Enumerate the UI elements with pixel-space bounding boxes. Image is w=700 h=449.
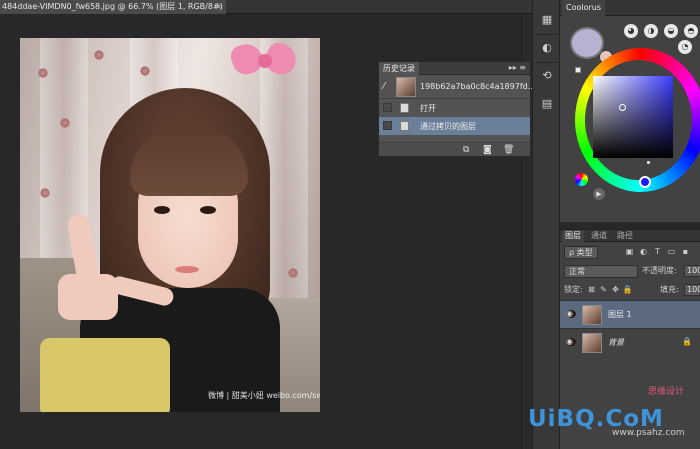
complement-icon[interactable]: ◒ [664, 24, 678, 38]
document-tab[interactable]: 484ddae-VIMDN0_fw658.jpg @ 66.7% (图层 1, … [0, 0, 226, 14]
tab-paths[interactable]: 路径 [614, 230, 636, 242]
flower-pattern [60, 118, 70, 128]
tab-layers[interactable]: 图层 [562, 230, 584, 242]
shape-filter-icon[interactable]: ▭ [666, 246, 677, 257]
layer-name[interactable]: 图层 1 [608, 309, 632, 320]
lock-position-icon[interactable]: ✥ [610, 284, 621, 295]
layers-panel-tabs: 图层 通道 路径 [560, 230, 700, 242]
layer-comps-icon[interactable]: ▤ [538, 96, 556, 112]
left-eye [154, 206, 170, 214]
camera-icon[interactable]: ◙ [483, 145, 492, 155]
history-panel-header: 历史记录 ▸▸ ≡ [379, 62, 530, 75]
history-panel-icon[interactable]: ⟲ [538, 68, 556, 84]
adjustment-filter-icon[interactable]: ◐ [638, 246, 649, 257]
opacity-field[interactable]: 100% [684, 265, 700, 277]
layer-thumbnail [582, 305, 602, 325]
layer-thumbnail [582, 333, 602, 353]
divider [536, 62, 558, 63]
history-snapshot[interactable]: ⁄ 198b62a7ba0c8c4a1897fd... [379, 75, 535, 99]
color-picker-cursor[interactable] [619, 104, 626, 111]
tab-history[interactable]: 历史记录 [379, 62, 419, 75]
snapshot-thumbnail [396, 77, 416, 97]
type-filter-icon[interactable]: T [652, 246, 663, 257]
lock-row: 锁定: ⊠ ✎ ✥ 🔒 填充: 100% [560, 281, 700, 299]
coolorus-panel: Coolorus ◕ ◑ ◒ ◓ ◔ ▶ [560, 0, 700, 222]
site-watermark-cn: 思缘设计 [648, 387, 685, 397]
gamut-icon[interactable]: ◔ [678, 40, 692, 54]
document-image[interactable]: 微博 | 甜美小妞 weibo.com/sweetgirlbaby [20, 38, 320, 412]
new-document-from-state-icon[interactable]: ⧉ [463, 145, 469, 155]
hue-knob[interactable] [639, 176, 651, 188]
blend-mode-select[interactable]: 正常 [564, 265, 638, 278]
history-brush-source-icon[interactable]: ⁄ [383, 81, 385, 92]
reset-colors-icon[interactable] [575, 67, 581, 73]
history-state-label: 打开 [420, 104, 436, 113]
shirt-print [40, 338, 170, 412]
lock-image-icon[interactable]: ✎ [598, 284, 609, 295]
history-brush-checkbox[interactable] [383, 121, 392, 130]
color-wheel-icon[interactable] [575, 173, 588, 186]
smart-object-filter-icon[interactable]: ▪ [680, 246, 691, 257]
tab-bar-empty [226, 0, 532, 14]
fill-label: 填充: [660, 285, 679, 294]
document-icon [400, 103, 409, 113]
harmony-icon[interactable]: ◕ [624, 24, 638, 38]
tab-channels[interactable]: 通道 [588, 230, 610, 242]
flower-pattern [38, 68, 48, 78]
lock-transparent-icon[interactable]: ⊠ [586, 284, 597, 295]
visibility-eye-icon[interactable]: ◉ [566, 310, 576, 318]
flower-pattern [94, 50, 104, 60]
close-tab-icon[interactable]: × [215, 0, 222, 14]
layer-row-background[interactable]: ◉ 背景 🔒 [560, 328, 700, 356]
site-watermark-url: www.psahz.com [612, 428, 685, 438]
pixel-filter-icon[interactable]: ▣ [624, 246, 635, 257]
history-state-layer-via-copy[interactable]: 通过拷贝的图层 [379, 117, 530, 135]
coolorus-header: Coolorus [560, 0, 700, 16]
opacity-label: 不透明度: [642, 266, 677, 275]
history-brush-checkbox[interactable] [383, 103, 392, 112]
split-icon[interactable]: ◓ [684, 24, 698, 38]
history-panel-footer: ⧉ ◙ 🗑 [379, 142, 530, 156]
layer-row-layer1[interactable]: ◉ 图层 1 [560, 300, 700, 328]
hand [58, 274, 118, 320]
lock-all-icon[interactable]: 🔒 [622, 284, 633, 295]
color-panel-icon[interactable]: ▦ [538, 12, 556, 28]
coolorus-title[interactable]: Coolorus [562, 0, 606, 16]
lips [175, 266, 199, 273]
lock-label: 锁定: [564, 285, 583, 294]
adjustments-icon[interactable]: ◐ [538, 40, 556, 56]
divider [536, 34, 558, 35]
panel-menu-icon[interactable]: ▸▸ ≡ [509, 63, 526, 72]
primary-color-swatch[interactable] [570, 27, 604, 59]
history-state-label: 通过拷贝的图层 [420, 122, 476, 131]
layer-name[interactable]: 背景 [608, 337, 624, 348]
trash-icon[interactable]: 🗑 [503, 145, 514, 155]
photo-watermark: 微博 | 甜美小妞 weibo.com/sweetgirlbaby [208, 391, 320, 400]
panel-icon-strip: ▦ ◐ ⟲ ▤ [532, 0, 560, 449]
hair-bow [227, 39, 301, 86]
fill-field[interactable]: 100% [684, 284, 700, 296]
wheel-marker [647, 161, 650, 164]
visibility-eye-icon[interactable]: ◉ [566, 338, 576, 346]
history-state-open[interactable]: 打开 [379, 99, 530, 117]
play-icon[interactable]: ▶ [593, 188, 605, 200]
snapshot-name: 198b62a7ba0c8c4a1897fd... [420, 82, 536, 91]
document-icon [400, 121, 409, 131]
saturation-value-square[interactable] [593, 76, 673, 158]
document-tab-title: 484ddae-VIMDN0_fw658.jpg @ 66.7% (图层 1, … [2, 2, 226, 11]
layer-filter-row: ρ 类型 ▣ ◐ T ▭ ▪ [560, 243, 700, 261]
flower-pattern [40, 188, 50, 198]
lock-icon: 🔒 [682, 337, 692, 346]
flower-pattern [140, 66, 150, 76]
history-panel: 历史记录 ▸▸ ≡ ⁄ 198b62a7ba0c8c4a1897fd... 打开… [378, 61, 535, 157]
blend-row: 正常 不透明度: 100% [560, 262, 700, 280]
flower-pattern [288, 268, 298, 278]
right-eye [200, 206, 216, 214]
triad-icon[interactable]: ◑ [644, 24, 658, 38]
layer-filter-select[interactable]: ρ 类型 [564, 246, 598, 259]
